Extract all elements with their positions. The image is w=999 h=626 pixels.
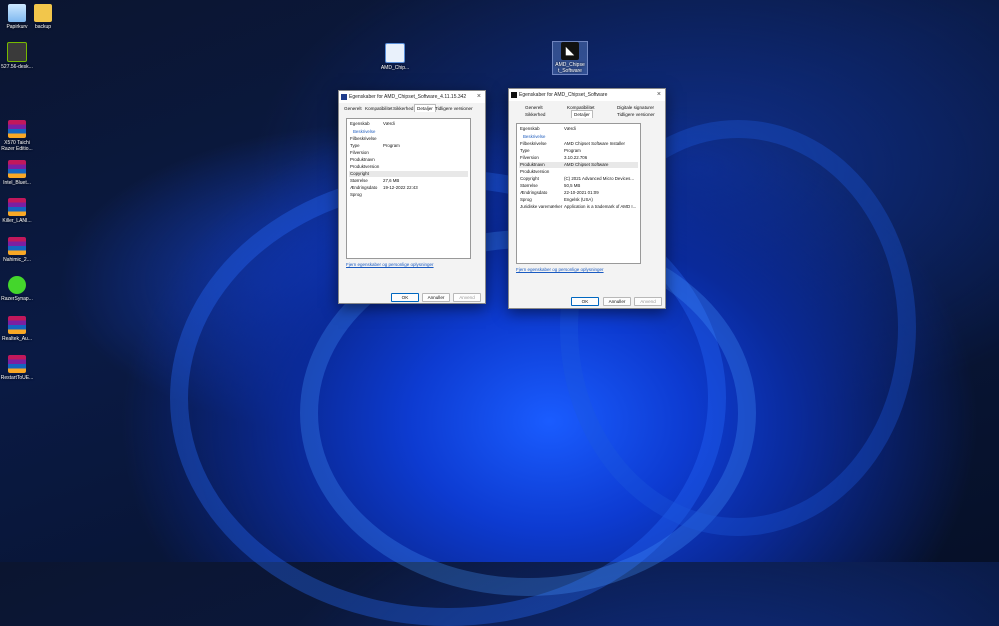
section-header: Beskrivelse [353, 129, 376, 134]
tab-security[interactable]: Sikkerhed [523, 111, 547, 118]
desktop-icon-nahimic[interactable]: Nahimic_2... [0, 237, 34, 263]
table-row[interactable]: Sprog Engelsk (USA) [519, 197, 638, 203]
recycle-bin-icon [8, 4, 26, 22]
remove-properties-link[interactable]: Fjern egenskaber og personlige oplysning… [516, 267, 604, 272]
razer-synapse-icon [8, 276, 26, 294]
desktop-icon-backup[interactable]: backup [26, 4, 60, 30]
properties-dialog-left: Egenskaber for AMD_Chipset_Software_4.11… [338, 90, 486, 304]
desktop-icon-label: Realtek_Au... [1, 336, 33, 342]
desktop-icon-nvidia[interactable]: 527.56-desk... [0, 42, 34, 70]
table-row[interactable]: Filbeskrivelse [349, 136, 468, 142]
close-icon[interactable]: × [477, 91, 481, 103]
tab-previous-versions[interactable]: Tidligere versioner [615, 111, 657, 118]
table-row[interactable]: Filversion [349, 150, 468, 156]
installer-file-icon [385, 43, 405, 63]
desktop-icon-razer-synapse[interactable]: RazerSynap... [0, 276, 34, 302]
desktop-icon-amd-chip-installer[interactable]: AMD_Chip... [378, 43, 412, 71]
tab-compatibility[interactable]: Kompatibilitet [363, 105, 395, 112]
table-row[interactable]: Type Program [519, 148, 638, 154]
desktop-icon-amd-chipset-software[interactable]: ◣ AMD_Chipse t_Software [552, 41, 588, 75]
table-row[interactable]: Filversion 3.10.22.706 [519, 155, 638, 161]
table-row[interactable]: Størrelse 50,5 MB [519, 183, 638, 189]
tab-previous-versions[interactable]: Tidligere versioner [433, 105, 475, 112]
dialog-titlebar[interactable]: Egenskaber for AMD_Chipset_Software × [509, 89, 665, 101]
table-row[interactable]: Størrelse 27,6 MB [349, 178, 468, 184]
ok-button[interactable]: OK [571, 297, 599, 306]
amd-logo-icon: ◣ [561, 42, 579, 60]
close-icon[interactable]: × [657, 89, 661, 101]
dialog-titlebar[interactable]: Egenskaber for AMD_Chipset_Software_4.11… [339, 91, 485, 103]
tab-digital-signatures[interactable]: Digitale signaturer [615, 104, 656, 111]
winrar-archive-icon [8, 198, 26, 216]
table-row-selected[interactable]: Produktnavn AMD Chipset Software [519, 162, 638, 168]
file-icon [341, 94, 347, 100]
table-row[interactable]: Produktversion [519, 169, 638, 175]
desktop-icon-label: AMD_Chip... [380, 65, 410, 71]
desktop-icon-label: Killer_LANI... [2, 218, 32, 224]
properties-dialog-right: Egenskaber for AMD_Chipset_Software × Ge… [508, 88, 666, 309]
desktop-icon-restart-to-uefi[interactable]: RestartToUE... [0, 355, 34, 381]
table-row[interactable]: Produktversion [349, 164, 468, 170]
winrar-archive-icon [8, 237, 26, 255]
desktop-icon-label: Intel_Bluet... [3, 180, 31, 186]
section-header: Beskrivelse [523, 134, 546, 139]
tab-strip: Generelt Kompatibilitet Sikkerhed Detalj… [339, 103, 485, 113]
tab-strip: Generelt Kompatibilitet Digitale signatu… [509, 101, 665, 119]
apply-button[interactable]: Anvend [453, 293, 481, 302]
details-panel: Egenskab Værdi Beskrivelse Filbeskrivels… [516, 123, 641, 264]
winrar-archive-icon [8, 316, 26, 334]
cancel-button[interactable]: Annuller [603, 297, 631, 306]
apply-button[interactable]: Anvend [634, 297, 662, 306]
remove-properties-link[interactable]: Fjern egenskaber og personlige oplysning… [346, 262, 434, 267]
desktop-icon-intel-bluetooth[interactable]: Intel_Bluet... [0, 160, 34, 186]
table-row[interactable]: Sprog [349, 192, 468, 198]
desktop-icon-label: Nahimic_2... [3, 257, 31, 263]
desktop-icon-x570[interactable]: X570 Taichi Razer Editio... [0, 120, 34, 152]
desktop-icon-label: AMD_Chipse t_Software [555, 62, 585, 74]
cancel-button[interactable]: Annuller [422, 293, 450, 302]
table-row[interactable]: Juridiske varemærker Application is a tra… [519, 204, 638, 210]
desktop-icon-label: RazerSynap... [1, 296, 33, 302]
desktop-icon-label: X570 Taichi Razer Editio... [1, 140, 33, 152]
tab-details[interactable]: Detaljer [571, 110, 593, 118]
table-row[interactable]: Filbeskrivelse AMD Chipset Software Insta… [519, 141, 638, 147]
folder-icon [34, 4, 52, 22]
table-row-selected[interactable]: Copyright [349, 171, 468, 177]
desktop-icon-killer-lan[interactable]: Killer_LANI... [0, 198, 34, 224]
tab-general[interactable]: Generelt [523, 104, 545, 111]
desktop-icon-label: backup [34, 24, 52, 30]
details-panel: Egenskab Værdi Beskrivelse Filbeskrivels… [346, 118, 471, 259]
desktop-icon-label: RestartToUE... [0, 375, 34, 381]
table-row[interactable]: Type Program [349, 143, 468, 149]
table-row[interactable]: Ændringsdato 19-12-2022 22:43 [349, 185, 468, 191]
tab-security[interactable]: Sikkerhed [391, 105, 415, 112]
column-header: Egenskab Værdi [350, 121, 395, 126]
table-row[interactable]: Copyright (C) 2021 Advanced Micro Devices… [519, 176, 638, 182]
table-row[interactable]: Produktnavn [349, 157, 468, 163]
desktop-icon-label: 527.56-desk... [1, 64, 33, 70]
column-header: Egenskab Værdi [520, 126, 576, 131]
winrar-archive-icon [8, 160, 26, 178]
ok-button[interactable]: OK [391, 293, 419, 302]
dialog-title: Egenskaber for AMD_Chipset_Software [519, 92, 608, 98]
table-row[interactable]: Ændringsdato 22-10-2021 01:09 [519, 190, 638, 196]
dialog-title: Egenskaber for AMD_Chipset_Software_4.11… [349, 94, 467, 100]
nvidia-installer-icon [7, 42, 27, 62]
winrar-archive-icon [8, 120, 26, 138]
tab-general[interactable]: Generelt [342, 105, 364, 112]
desktop-icon-realtek-audio[interactable]: Realtek_Au... [0, 316, 34, 342]
amd-logo-icon [511, 92, 517, 98]
winrar-archive-icon [8, 355, 26, 373]
